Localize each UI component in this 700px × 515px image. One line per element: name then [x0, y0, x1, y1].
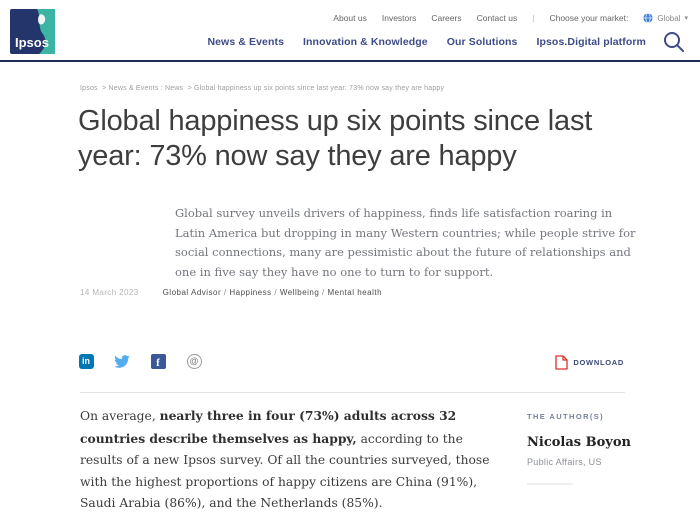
section-divider	[80, 392, 625, 393]
email-glyph: @	[187, 354, 202, 369]
article-meta: 14 March 2023 Global AdvisorHappinessWel…	[80, 288, 382, 297]
download-label: DOWNLOAD	[573, 358, 624, 367]
breadcrumb-current: Global happiness up six points since las…	[194, 85, 444, 92]
linkedin-glyph: in	[79, 354, 94, 369]
category-wellbeing[interactable]: Wellbeing	[280, 288, 328, 297]
utility-divider: |	[532, 13, 534, 23]
ipsos-logo[interactable]: Ipsos	[10, 9, 55, 54]
breadcrumb: IpsosNews & Events : NewsGlobal happines…	[80, 85, 444, 92]
search-icon[interactable]	[662, 30, 686, 54]
article-standfirst: Global survey unveils drivers of happine…	[175, 204, 642, 282]
breadcrumb-section[interactable]: News & Events : News	[108, 85, 194, 92]
author-divider	[527, 483, 573, 485]
category-mental-health[interactable]: Mental health	[327, 288, 382, 297]
chevron-down-icon: ▾	[684, 15, 688, 22]
category-happiness[interactable]: Happiness	[229, 288, 279, 297]
page-title: Global happiness up six points since las…	[78, 104, 640, 174]
nav-investors[interactable]: Investors	[382, 13, 417, 23]
article-date: 14 March 2023	[80, 288, 139, 297]
market-selector[interactable]: Global ▾	[643, 13, 688, 23]
share-facebook-icon[interactable]: f	[150, 353, 166, 369]
market-label: Choose your market:	[549, 13, 628, 23]
share-linkedin-icon[interactable]: in	[78, 353, 94, 369]
share-email-icon[interactable]: @	[186, 353, 202, 369]
authors-sidebar: THE AUTHOR(S) Nicolas Boyon Public Affai…	[527, 412, 657, 485]
share-row: in f @	[78, 353, 202, 369]
site-header: Ipsos About us Investors Careers Contact…	[0, 0, 700, 62]
share-twitter-icon[interactable]	[114, 353, 130, 369]
facebook-glyph: f	[151, 354, 166, 369]
pdf-icon	[555, 355, 568, 370]
breadcrumb-home[interactable]: Ipsos	[80, 85, 108, 92]
author-name[interactable]: Nicolas Boyon	[527, 435, 657, 450]
utility-nav: About us Investors Careers Contact us | …	[333, 13, 688, 23]
nav-news-events[interactable]: News & Events	[207, 36, 284, 48]
author-role: Public Affairs, US	[527, 457, 657, 467]
article-body: On average, nearly three in four (73%) a…	[80, 405, 498, 515]
ipsos-logo-graphic: Ipsos	[10, 9, 55, 54]
market-value: Global	[657, 14, 680, 23]
category-global-advisor[interactable]: Global Advisor	[163, 288, 230, 297]
body-intro: On average,	[80, 409, 160, 423]
download-button[interactable]: DOWNLOAD	[555, 355, 624, 370]
nav-careers[interactable]: Careers	[431, 13, 461, 23]
article-categories: Global AdvisorHappinessWellbeingMental h…	[163, 288, 382, 297]
nav-contact-us[interactable]: Contact us	[477, 13, 518, 23]
nav-about-us[interactable]: About us	[333, 13, 367, 23]
svg-text:Ipsos: Ipsos	[15, 35, 49, 50]
nav-innovation-knowledge[interactable]: Innovation & Knowledge	[303, 36, 428, 48]
nav-ipsos-digital-platform[interactable]: Ipsos.Digital platform	[536, 36, 646, 48]
authors-heading: THE AUTHOR(S)	[527, 412, 657, 421]
globe-icon	[643, 13, 653, 23]
nav-our-solutions[interactable]: Our Solutions	[447, 36, 518, 48]
twitter-bird	[114, 355, 130, 368]
main-nav: News & Events Innovation & Knowledge Our…	[207, 36, 646, 48]
